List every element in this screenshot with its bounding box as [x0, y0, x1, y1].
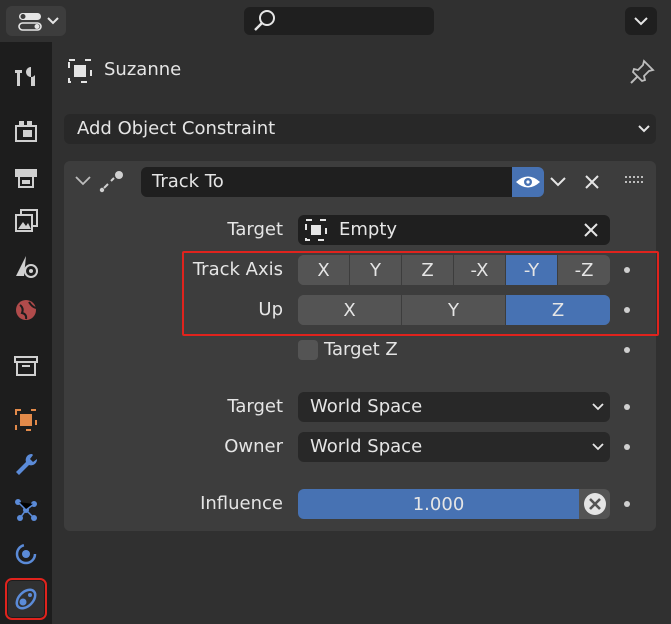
chevron-down-icon[interactable]: [548, 173, 568, 191]
track-axis-neg-x-button[interactable]: -X: [454, 255, 506, 285]
track-axis-selector: X Y Z -X -Y -Z: [298, 255, 610, 285]
render-tab[interactable]: [8, 113, 44, 149]
track-axis-z-button[interactable]: Z: [402, 255, 454, 285]
collection-tab[interactable]: [8, 348, 44, 384]
visibility-toggle[interactable]: [512, 167, 544, 197]
animate-property-dot[interactable]: [624, 404, 630, 410]
target-z-label: Target Z: [324, 339, 398, 360]
owner-space-label: Owner: [224, 436, 283, 457]
output-icon: [15, 169, 37, 188]
search-icon: [254, 10, 275, 31]
tool-tab[interactable]: [8, 58, 44, 94]
chevron-down-icon: [634, 17, 648, 26]
up-label: Up: [258, 299, 283, 320]
editor-type-button[interactable]: [6, 6, 66, 36]
add-object-constraint-label: Add Object Constraint: [77, 118, 276, 139]
target-object-value: Empty: [339, 219, 398, 240]
render-icon: [15, 121, 37, 142]
clear-icon[interactable]: [583, 222, 599, 238]
physics-icon: [15, 543, 37, 565]
track-axis-y-button[interactable]: Y: [350, 255, 402, 285]
object-data-icon: [68, 59, 92, 83]
up-axis-y-button[interactable]: Y: [402, 295, 506, 325]
track-axis-neg-y-button[interactable]: -Y: [506, 255, 558, 285]
eye-icon: [516, 176, 540, 188]
properties-editor-icon: [18, 13, 59, 31]
animate-property-dot[interactable]: [624, 267, 630, 273]
chevron-down-icon: [592, 443, 604, 451]
close-circle-icon: [583, 493, 606, 515]
object-name: Suzanne: [104, 59, 182, 80]
object-tab[interactable]: [8, 402, 44, 438]
view-layer-tab[interactable]: [8, 203, 44, 239]
header-options-dropdown[interactable]: [625, 7, 657, 35]
target-label: Target: [227, 219, 283, 240]
animate-property-dot[interactable]: [624, 444, 630, 450]
particles-icon: [15, 499, 37, 521]
drag-handle-icon[interactable]: [624, 174, 646, 188]
animate-property-dot[interactable]: [624, 307, 630, 313]
world-tab[interactable]: [8, 292, 44, 328]
modifier-tab[interactable]: [8, 447, 44, 483]
constraint-name: Track To: [152, 171, 224, 192]
owner-space-dropdown[interactable]: World Space: [298, 432, 610, 462]
target-space-value: World Space: [310, 396, 423, 417]
view-layer-icon: [15, 209, 38, 232]
up-axis-x-button[interactable]: X: [298, 295, 402, 325]
animate-property-dot[interactable]: [624, 347, 630, 353]
object-constraint-icon: [15, 588, 37, 610]
chevron-down-icon: [592, 403, 604, 411]
target-space-label: Target: [227, 396, 283, 417]
disable-keep-transform-button[interactable]: [579, 489, 610, 519]
pin-icon[interactable]: [628, 58, 656, 86]
track-axis-label: Track Axis: [192, 259, 283, 280]
animate-property-dot[interactable]: [624, 501, 630, 507]
up-axis-selector: X Y Z: [298, 295, 610, 325]
target-space-dropdown[interactable]: World Space: [298, 392, 610, 422]
wrench-icon: [16, 453, 38, 475]
target-object-field[interactable]: Empty: [298, 215, 610, 245]
influence-value: 1.000: [412, 493, 465, 515]
add-object-constraint-dropdown[interactable]: Add Object Constraint: [64, 114, 656, 144]
search-field[interactable]: [244, 7, 434, 35]
constraint-name-field[interactable]: Track To: [141, 167, 512, 197]
object-icon: [15, 409, 37, 431]
chevron-down-icon: [638, 125, 650, 133]
target-z-checkbox[interactable]: [298, 340, 318, 360]
physics-tab[interactable]: [8, 536, 44, 572]
scene-tab[interactable]: [8, 248, 44, 284]
track-axis-neg-z-button[interactable]: -Z: [558, 255, 610, 285]
owner-space-value: World Space: [310, 436, 423, 457]
close-icon[interactable]: [582, 172, 602, 192]
world-icon: [16, 300, 37, 320]
object-data-icon: [305, 219, 327, 241]
particles-tab[interactable]: [8, 492, 44, 528]
constraint-track-icon: [99, 171, 123, 193]
influence-slider[interactable]: 1.000: [298, 489, 579, 519]
tool-icon: [15, 67, 35, 86]
chevron-down-icon: [47, 17, 59, 25]
up-axis-z-button[interactable]: Z: [506, 295, 610, 325]
properties-tab-bar: [0, 42, 52, 624]
constraints-tab[interactable]: [5, 578, 47, 620]
scene-icon: [16, 256, 38, 278]
collection-icon: [14, 356, 38, 376]
track-axis-x-button[interactable]: X: [298, 255, 350, 285]
collapse-chevron-icon[interactable]: [74, 173, 92, 189]
output-tab[interactable]: [8, 159, 44, 195]
influence-label: Influence: [200, 493, 283, 514]
